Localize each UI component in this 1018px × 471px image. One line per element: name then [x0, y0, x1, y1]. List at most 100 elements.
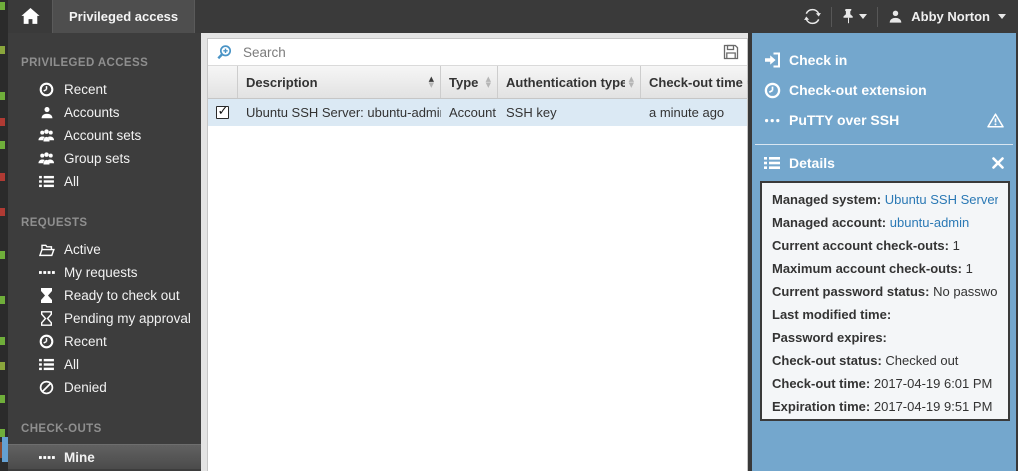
background-artifact — [0, 141, 5, 149]
sidebar-item-all-requests[interactable]: All — [8, 353, 201, 376]
search-input[interactable] — [243, 44, 723, 60]
list-icon — [762, 156, 782, 170]
save-filter-icon[interactable] — [723, 44, 739, 60]
privileged-access-label: Privileged access — [69, 9, 179, 24]
field-label: Managed account: — [772, 215, 887, 230]
users-icon — [38, 128, 55, 143]
denied-icon — [38, 380, 55, 395]
clock-icon — [38, 82, 55, 97]
sidebar-item-label: Mine — [64, 449, 95, 465]
select-all-column-header[interactable] — [208, 66, 238, 98]
home-icon — [20, 8, 40, 25]
background-artifact — [0, 92, 5, 100]
background-artifact — [0, 296, 5, 304]
background-artifact — [0, 208, 5, 216]
sign-in-icon — [762, 52, 782, 68]
cell-description: Ubuntu SSH Server: ubuntu-admin — [246, 105, 441, 120]
hourglass-outline-icon — [38, 311, 55, 326]
details-title: Details — [789, 155, 835, 171]
sidebar-item-accounts[interactable]: Accounts — [8, 101, 201, 124]
sidebar-item-my-requests[interactable]: My requests — [8, 261, 201, 284]
sidebar-item-label: All — [64, 357, 80, 372]
sidebar-item-label: Recent — [64, 334, 107, 349]
check-out-extension-button[interactable]: Check-out extension — [752, 75, 1016, 105]
dots-icon — [38, 455, 55, 460]
field-value: 1 — [965, 261, 973, 276]
column-header-description[interactable]: Description — [238, 66, 441, 98]
action-label: Check-out extension — [789, 82, 927, 98]
sidebar-item-recent[interactable]: Recent — [8, 78, 201, 101]
row-checkbox[interactable] — [216, 104, 229, 119]
table-row[interactable]: Ubuntu SSH Server: ubuntu-admin Account … — [208, 99, 747, 126]
background-artifact — [0, 337, 5, 345]
chevron-down-icon — [998, 14, 1006, 19]
check-in-button[interactable]: Check in — [752, 45, 1016, 75]
field-label: Check-out status: — [772, 353, 882, 368]
sidebar-item-recent-requests[interactable]: Recent — [8, 330, 201, 353]
users-icon — [38, 151, 55, 166]
column-label: Description — [246, 74, 318, 90]
pin-menu-button[interactable] — [842, 9, 868, 24]
search-zoom-icon[interactable] — [216, 44, 233, 61]
table-header: Description Type Authentication type Che… — [208, 66, 747, 99]
close-icon[interactable] — [992, 157, 1004, 169]
sort-indicator — [629, 76, 634, 88]
clock-icon — [38, 334, 55, 349]
detail-field-checkout-status: Check-out status: Checked out — [772, 349, 998, 372]
top-bar: Privileged access Abby Norton — [8, 0, 1018, 33]
sidebar-item-group-sets[interactable]: Group sets — [8, 147, 201, 170]
field-label: Maximum account check-outs: — [772, 261, 962, 276]
user-menu-button[interactable]: Abby Norton — [888, 9, 1006, 24]
cell-type: Account — [449, 105, 496, 120]
action-label: PuTTY over SSH — [789, 112, 900, 128]
dots-icon — [38, 270, 55, 275]
field-label: Check-out time: — [772, 376, 871, 391]
list-icon — [38, 175, 55, 188]
column-label: Type — [449, 74, 479, 90]
background-artifact — [0, 46, 5, 54]
sort-indicator — [486, 76, 491, 88]
cell-check-out-time: a minute ago — [649, 105, 725, 120]
refresh-button[interactable] — [804, 8, 822, 25]
column-header-check-out-time[interactable]: Check-out time — [641, 66, 758, 98]
background-artifact — [0, 2, 5, 10]
background-artifact — [0, 251, 5, 259]
chevron-down-icon — [859, 14, 868, 19]
clock-icon — [762, 82, 782, 99]
field-value: 1 — [952, 238, 960, 253]
sidebar-item-label: Accounts — [64, 105, 120, 120]
field-label: Expiration time: — [772, 399, 871, 414]
user-name: Abby Norton — [911, 9, 990, 24]
detail-field-checkout-time: Check-out time: 2017-04-19 6:01 PM — [772, 372, 998, 395]
sidebar: PRIVILEGED ACCESS Recent Accounts Accoun… — [8, 33, 201, 471]
section-title-check-outs: CHECK-OUTS — [21, 423, 102, 435]
sidebar-item-ready-to-check-out[interactable]: Ready to check out — [8, 284, 201, 307]
sidebar-item-pending-my-approval[interactable]: Pending my approval — [8, 307, 201, 330]
user-icon — [888, 9, 903, 24]
right-action-panel: Check in Check-out extension PuTTY over … — [752, 33, 1016, 471]
pin-icon — [842, 9, 855, 24]
home-button[interactable] — [8, 0, 52, 33]
background-artifact — [0, 429, 5, 437]
sidebar-item-mine[interactable]: Mine — [8, 444, 201, 469]
sidebar-item-label: Pending my approval — [64, 311, 191, 326]
putty-over-ssh-button[interactable]: PuTTY over SSH — [752, 105, 1016, 135]
sidebar-item-account-sets[interactable]: Account sets — [8, 124, 201, 147]
managed-system-link[interactable]: Ubuntu SSH Server — [885, 192, 998, 207]
dots-icon — [762, 118, 782, 123]
selected-item-accent-bar — [2, 437, 8, 462]
detail-field-managed-system: Managed system: Ubuntu SSH Server — [772, 188, 998, 211]
field-value: 2017-04-19 6:01 PM — [873, 376, 993, 391]
sidebar-item-active[interactable]: Active — [8, 238, 201, 261]
row-checkbox-cell — [208, 104, 238, 119]
sidebar-item-denied[interactable]: Denied — [8, 376, 201, 399]
sidebar-item-all[interactable]: All — [8, 170, 201, 193]
list-icon — [38, 358, 55, 371]
managed-account-link[interactable]: ubuntu-admin — [890, 215, 970, 230]
privileged-access-button[interactable]: Privileged access — [52, 0, 196, 33]
details-box: Managed system: Ubuntu SSH Server Manage… — [760, 181, 1010, 421]
action-label: Check in — [789, 52, 848, 68]
sidebar-item-label: Ready to check out — [64, 288, 180, 303]
column-header-authentication-type[interactable]: Authentication type — [498, 66, 641, 98]
column-header-type[interactable]: Type — [441, 66, 498, 98]
